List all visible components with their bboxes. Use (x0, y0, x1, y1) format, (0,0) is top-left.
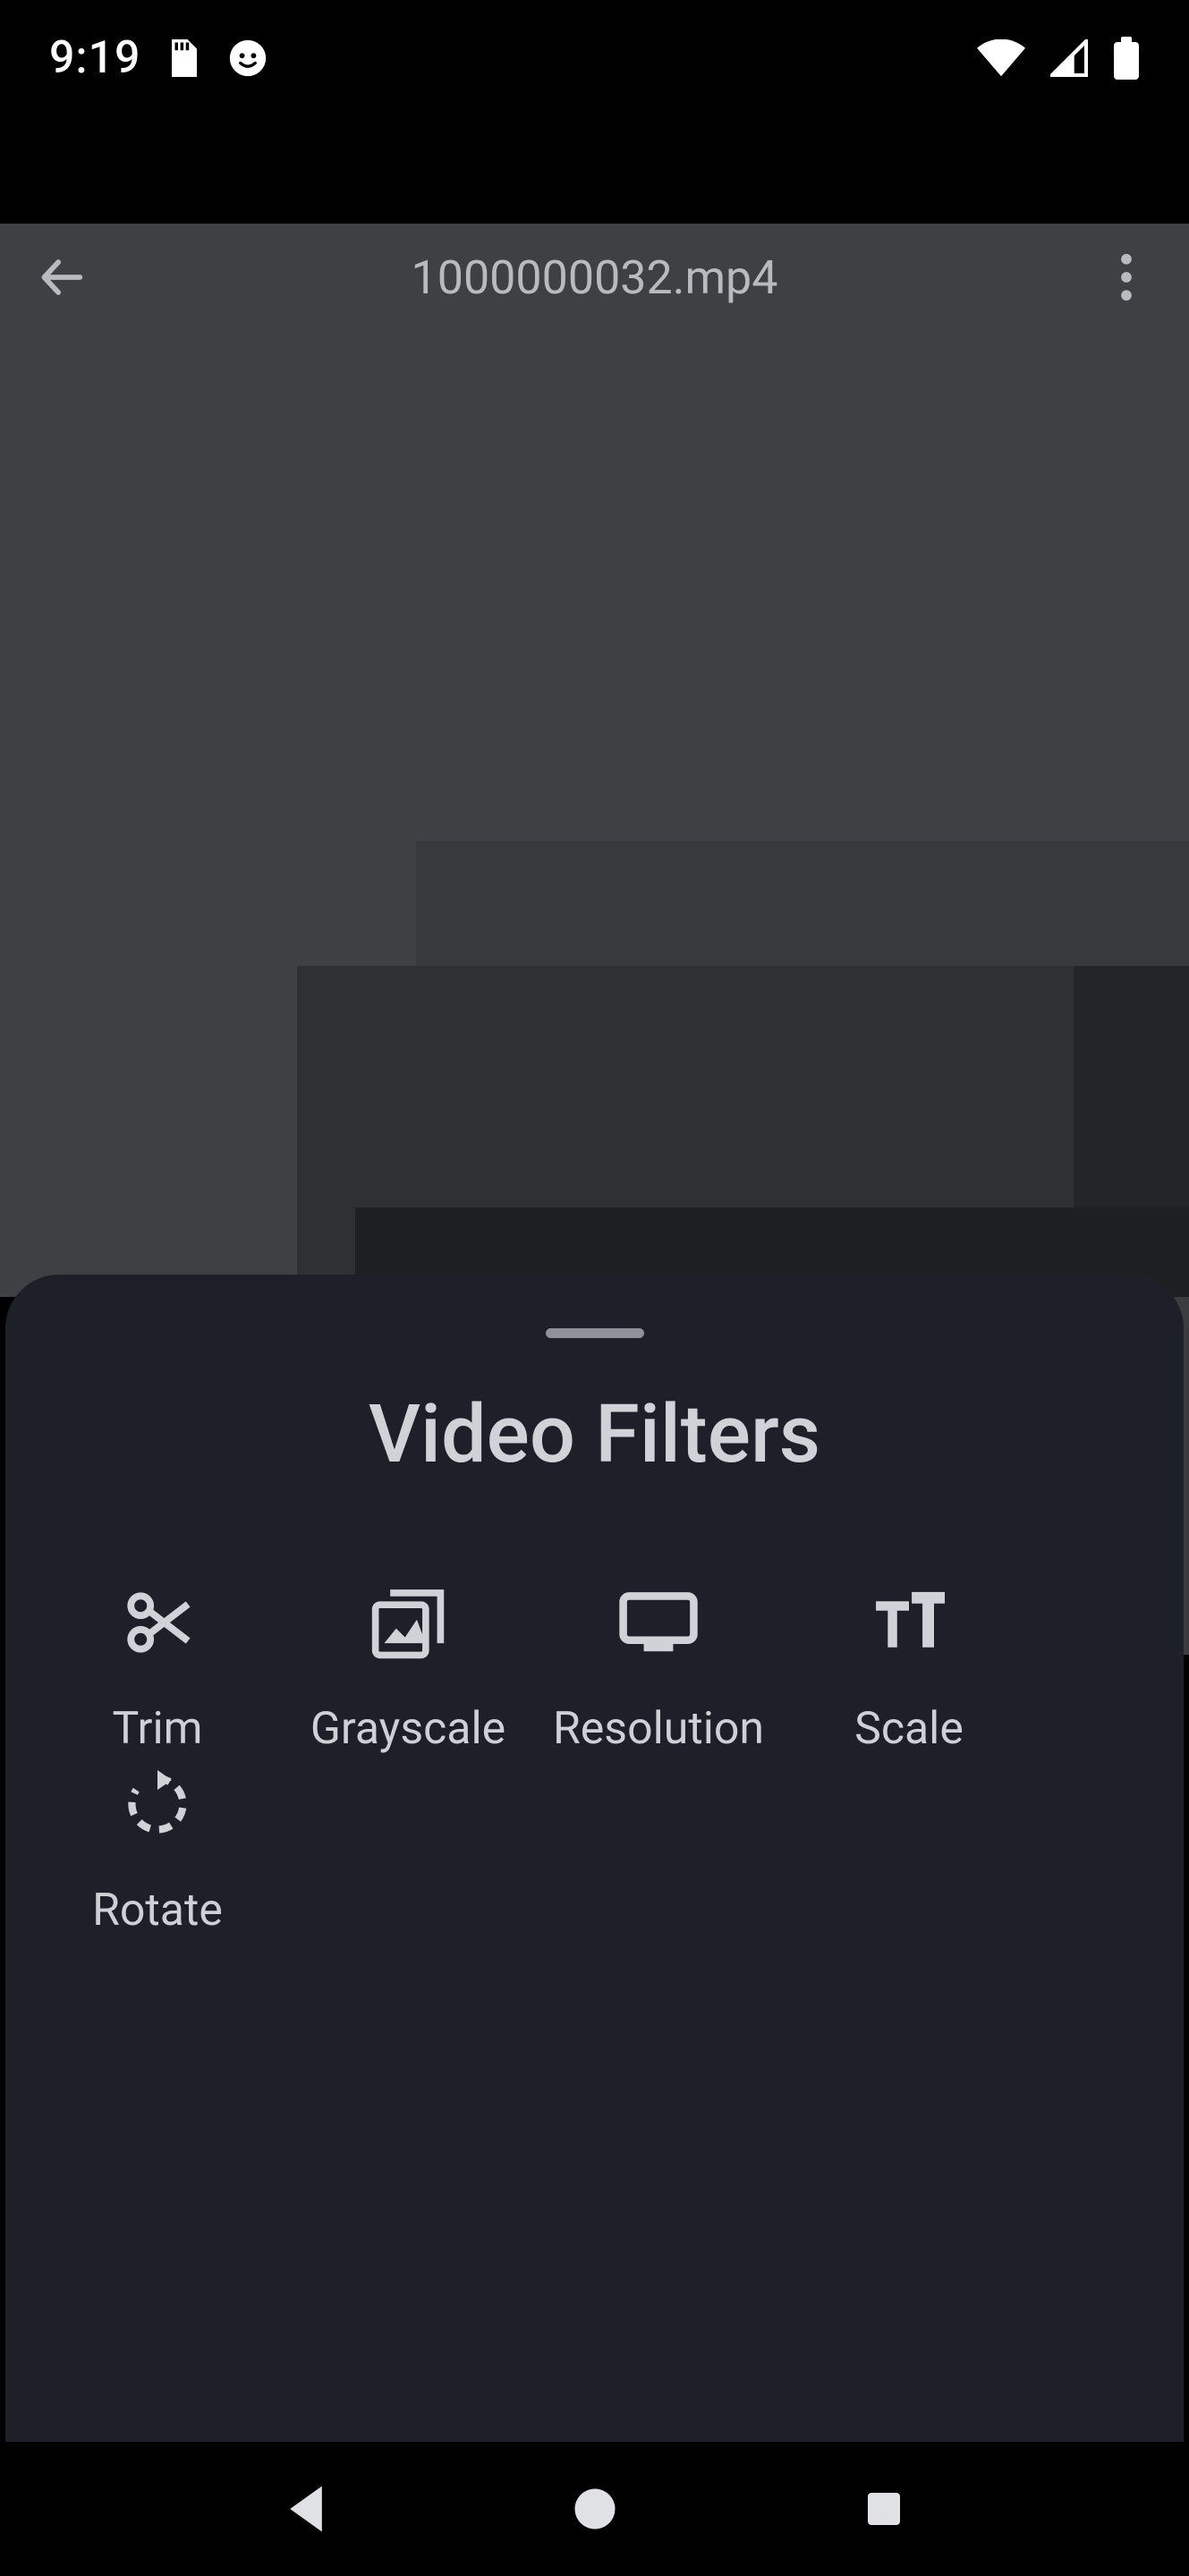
filter-label: Rotate (92, 1886, 223, 1936)
monitor-icon (617, 1589, 700, 1660)
nav-back-button[interactable] (270, 2473, 342, 2545)
video-filters-sheet: Video Filters Trim (5, 1275, 1184, 2473)
image-stack-icon (369, 1584, 446, 1665)
filter-rotate[interactable]: Rotate (32, 1766, 283, 1943)
system-nav-bar (0, 2442, 1189, 2576)
back-button[interactable] (27, 242, 98, 313)
filter-label: Trim (113, 1705, 203, 1754)
cell-signal-icon (1050, 39, 1088, 77)
modal-scrim[interactable] (0, 224, 1189, 1297)
nav-home-button[interactable] (559, 2473, 631, 2545)
more-options-button[interactable] (1091, 242, 1162, 313)
filter-trim[interactable]: Trim (32, 1584, 283, 1761)
filter-label: Resolution (553, 1705, 764, 1754)
face-icon (228, 38, 268, 78)
sheet-title: Video Filters (5, 1387, 1184, 1481)
text-size-icon (873, 1590, 945, 1658)
filter-label: Grayscale (310, 1705, 505, 1754)
wifi-icon (977, 39, 1025, 77)
app-bar: 1000000032.mp4 (0, 224, 1189, 331)
sheet-drag-handle[interactable] (546, 1328, 644, 1338)
nav-recent-button[interactable] (848, 2473, 920, 2545)
app-title: 1000000032.mp4 (98, 250, 1091, 305)
filter-scale[interactable]: Scale (784, 1584, 1034, 1761)
filter-grayscale[interactable]: Grayscale (283, 1584, 533, 1761)
filter-resolution[interactable]: Resolution (533, 1584, 784, 1761)
scissors-icon (121, 1586, 194, 1663)
battery-full-icon (1113, 37, 1140, 80)
sd-card-icon (166, 36, 203, 80)
status-time: 9:19 (49, 32, 140, 84)
status-bar: 9:19 (0, 0, 1189, 116)
rotate-icon (123, 1770, 191, 1842)
filter-label: Scale (854, 1705, 964, 1754)
